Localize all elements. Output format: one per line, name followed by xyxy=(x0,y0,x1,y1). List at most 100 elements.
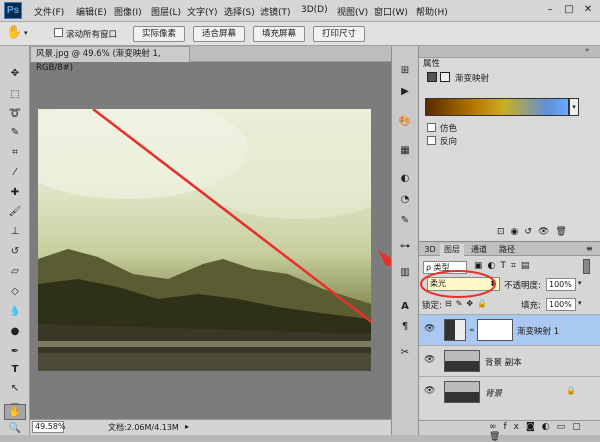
bucket-tool-icon[interactable]: ◇ xyxy=(5,284,25,300)
blend-mode-highlight-ellipse xyxy=(420,270,496,298)
mask-icon[interactable] xyxy=(440,72,450,82)
link-icon[interactable]: ∞ xyxy=(469,326,475,334)
layer-name: 背景 xyxy=(485,389,503,399)
landscape-photo xyxy=(38,109,371,371)
menu-bar: Ps 文件(F) 编辑(E) 图像(I) 图层(L) 文字(Y) 选择(S) 滤… xyxy=(0,0,600,22)
actual-pixels-button[interactable]: 实际像素 xyxy=(133,26,185,42)
gradient-dropdown-icon[interactable]: ▾ xyxy=(569,98,579,116)
actions-panel-icon[interactable]: ▶ xyxy=(397,85,413,99)
layers-footer: ∞fx◙◐▭▢🗑 xyxy=(419,420,600,442)
fill-field[interactable]: 100% xyxy=(546,298,576,311)
fill-slider-icon[interactable]: ▾ xyxy=(578,299,582,307)
menu-help[interactable]: 帮助(H) xyxy=(416,5,448,18)
fit-screen-button[interactable]: 适合屏幕 xyxy=(193,26,245,42)
status-bar: 49.58% 文档:2.06M/4.13M ▸ xyxy=(30,419,391,435)
character-panel-icon[interactable]: A xyxy=(397,300,413,314)
status-arrow-icon[interactable]: ▸ xyxy=(185,420,189,434)
marquee-tool-icon[interactable]: ⬚ xyxy=(5,87,25,103)
layer-row[interactable]: 👁 背景 🔒 xyxy=(419,376,600,406)
layer-row[interactable]: 👁 ∞ 渐变映射 1 xyxy=(419,314,600,345)
paths-tool-icon[interactable]: ✂ xyxy=(397,346,413,360)
history-brush-tool-icon[interactable]: ↺ xyxy=(5,244,25,260)
paragraph-panel-icon[interactable]: ¶ xyxy=(397,320,413,334)
adjustment-icon xyxy=(427,72,437,82)
visibility-eye-icon[interactable]: 👁 xyxy=(424,324,435,334)
tool-presets-panel-icon[interactable]: ⊶ xyxy=(397,240,413,254)
layer-mask-thumb[interactable] xyxy=(477,319,513,341)
scroll-all-label: 滚动所有窗口 xyxy=(66,30,118,40)
adjustment-name: 渐变映射 xyxy=(455,74,490,84)
menu-3d[interactable]: 3D(D) xyxy=(301,5,328,15)
doc-size-label: 文档:2.06M/4.13M xyxy=(108,423,179,432)
lock-icon: 🔒 xyxy=(566,386,576,395)
eyedropper-tool-icon[interactable]: ⁄ xyxy=(5,165,25,181)
tool-preset-chevron-icon[interactable]: ▾ xyxy=(24,29,28,37)
pen-tool-icon[interactable]: ✒ xyxy=(5,344,25,360)
opacity-slider-icon[interactable]: ▾ xyxy=(578,279,582,287)
filter-toggle[interactable] xyxy=(583,259,590,274)
dither-label: 仿色 xyxy=(440,124,458,134)
opacity-field[interactable]: 100% xyxy=(546,278,576,291)
lock-icons[interactable]: ⊟✎✥🔒 xyxy=(445,299,491,308)
blur-tool-icon[interactable]: 💧 xyxy=(5,304,25,320)
reverse-checkbox[interactable] xyxy=(427,136,436,145)
lasso-tool-icon[interactable]: ➰ xyxy=(5,106,25,122)
maximize-icon[interactable]: □ xyxy=(560,2,578,18)
menu-select[interactable]: 选择(S) xyxy=(224,5,255,18)
tab-3d[interactable]: 3D xyxy=(422,244,438,256)
collapse-icon[interactable]: » xyxy=(585,46,589,54)
dodge-tool-icon[interactable]: ● xyxy=(5,324,25,340)
tab-layers[interactable]: 图层 xyxy=(440,244,464,256)
document-tab[interactable]: 风景.jpg @ 49.6% (渐变映射 1, RGB/8#) xyxy=(30,46,190,73)
dither-checkbox[interactable] xyxy=(427,123,436,132)
print-size-button[interactable]: 打印尺寸 xyxy=(313,26,365,42)
move-tool-icon[interactable]: ✥ xyxy=(5,66,25,82)
visibility-eye-icon[interactable]: 👁 xyxy=(424,355,435,365)
photoshop-logo: Ps xyxy=(4,2,22,19)
layers-footer-icons[interactable]: ∞fx◙◐▭▢🗑 xyxy=(489,422,600,442)
menu-filter[interactable]: 滤镜(T) xyxy=(260,5,291,18)
properties-footer-icons[interactable]: ⊡◉↺👁🗑 xyxy=(497,227,573,237)
swatches-panel-icon[interactable]: 🎨 xyxy=(397,115,413,129)
tab-paths[interactable]: 路径 xyxy=(495,244,519,256)
layers-menu-icon[interactable]: ≡ xyxy=(586,244,593,253)
layer-name: 背景 副本 xyxy=(485,358,522,368)
healing-tool-icon[interactable]: ✚ xyxy=(5,185,25,201)
color-panel-icon[interactable]: ◐ xyxy=(397,172,413,186)
menu-view[interactable]: 视图(V) xyxy=(337,5,368,18)
fill-screen-button[interactable]: 填充屏幕 xyxy=(253,26,305,42)
document-tab-bar xyxy=(190,46,391,62)
image-canvas[interactable] xyxy=(38,109,371,371)
menu-type[interactable]: 文字(Y) xyxy=(187,5,218,18)
info-panel-icon[interactable]: ▥ xyxy=(397,266,413,280)
path-select-tool-icon[interactable]: ↖ xyxy=(5,381,25,397)
layer-name: 渐变映射 1 xyxy=(517,327,560,337)
brush-tool-icon[interactable]: 🖌 xyxy=(5,204,25,220)
scroll-all-checkbox[interactable] xyxy=(54,28,63,37)
layer-thumb xyxy=(444,350,480,372)
menu-window[interactable]: 窗口(W) xyxy=(374,5,408,18)
minimize-icon[interactable]: – xyxy=(541,2,559,18)
crop-tool-icon[interactable]: ⌗ xyxy=(5,145,25,161)
menu-image[interactable]: 图像(I) xyxy=(114,5,142,18)
opacity-label: 不透明度: xyxy=(504,281,541,291)
history-panel-icon[interactable]: ⊞ xyxy=(397,64,413,78)
adjustments-panel-icon[interactable]: ◔ xyxy=(397,193,413,207)
reverse-label: 反向 xyxy=(440,137,458,147)
stamp-tool-icon[interactable]: ⊥ xyxy=(5,224,25,240)
brush-panel-icon[interactable]: ✎ xyxy=(397,214,413,228)
eraser-tool-icon[interactable]: ▱ xyxy=(5,264,25,280)
close-icon[interactable]: ✕ xyxy=(579,2,597,18)
zoom-field[interactable]: 49.58% xyxy=(32,421,66,433)
layer-row[interactable]: 👁 背景 副本 xyxy=(419,345,600,376)
menu-layer[interactable]: 图层(L) xyxy=(151,5,181,18)
type-tool-icon[interactable]: T xyxy=(5,362,25,378)
menu-file[interactable]: 文件(F) xyxy=(34,5,64,18)
styles-panel-icon[interactable]: ▦ xyxy=(397,144,413,158)
tab-channels[interactable]: 通道 xyxy=(467,244,491,256)
quick-select-tool-icon[interactable]: ✎ xyxy=(5,125,25,141)
menu-edit[interactable]: 编辑(E) xyxy=(76,5,107,18)
hand-tool-button-icon[interactable]: ✋ xyxy=(4,404,26,420)
gradient-picker[interactable] xyxy=(425,98,569,116)
visibility-eye-icon[interactable]: 👁 xyxy=(424,386,435,396)
